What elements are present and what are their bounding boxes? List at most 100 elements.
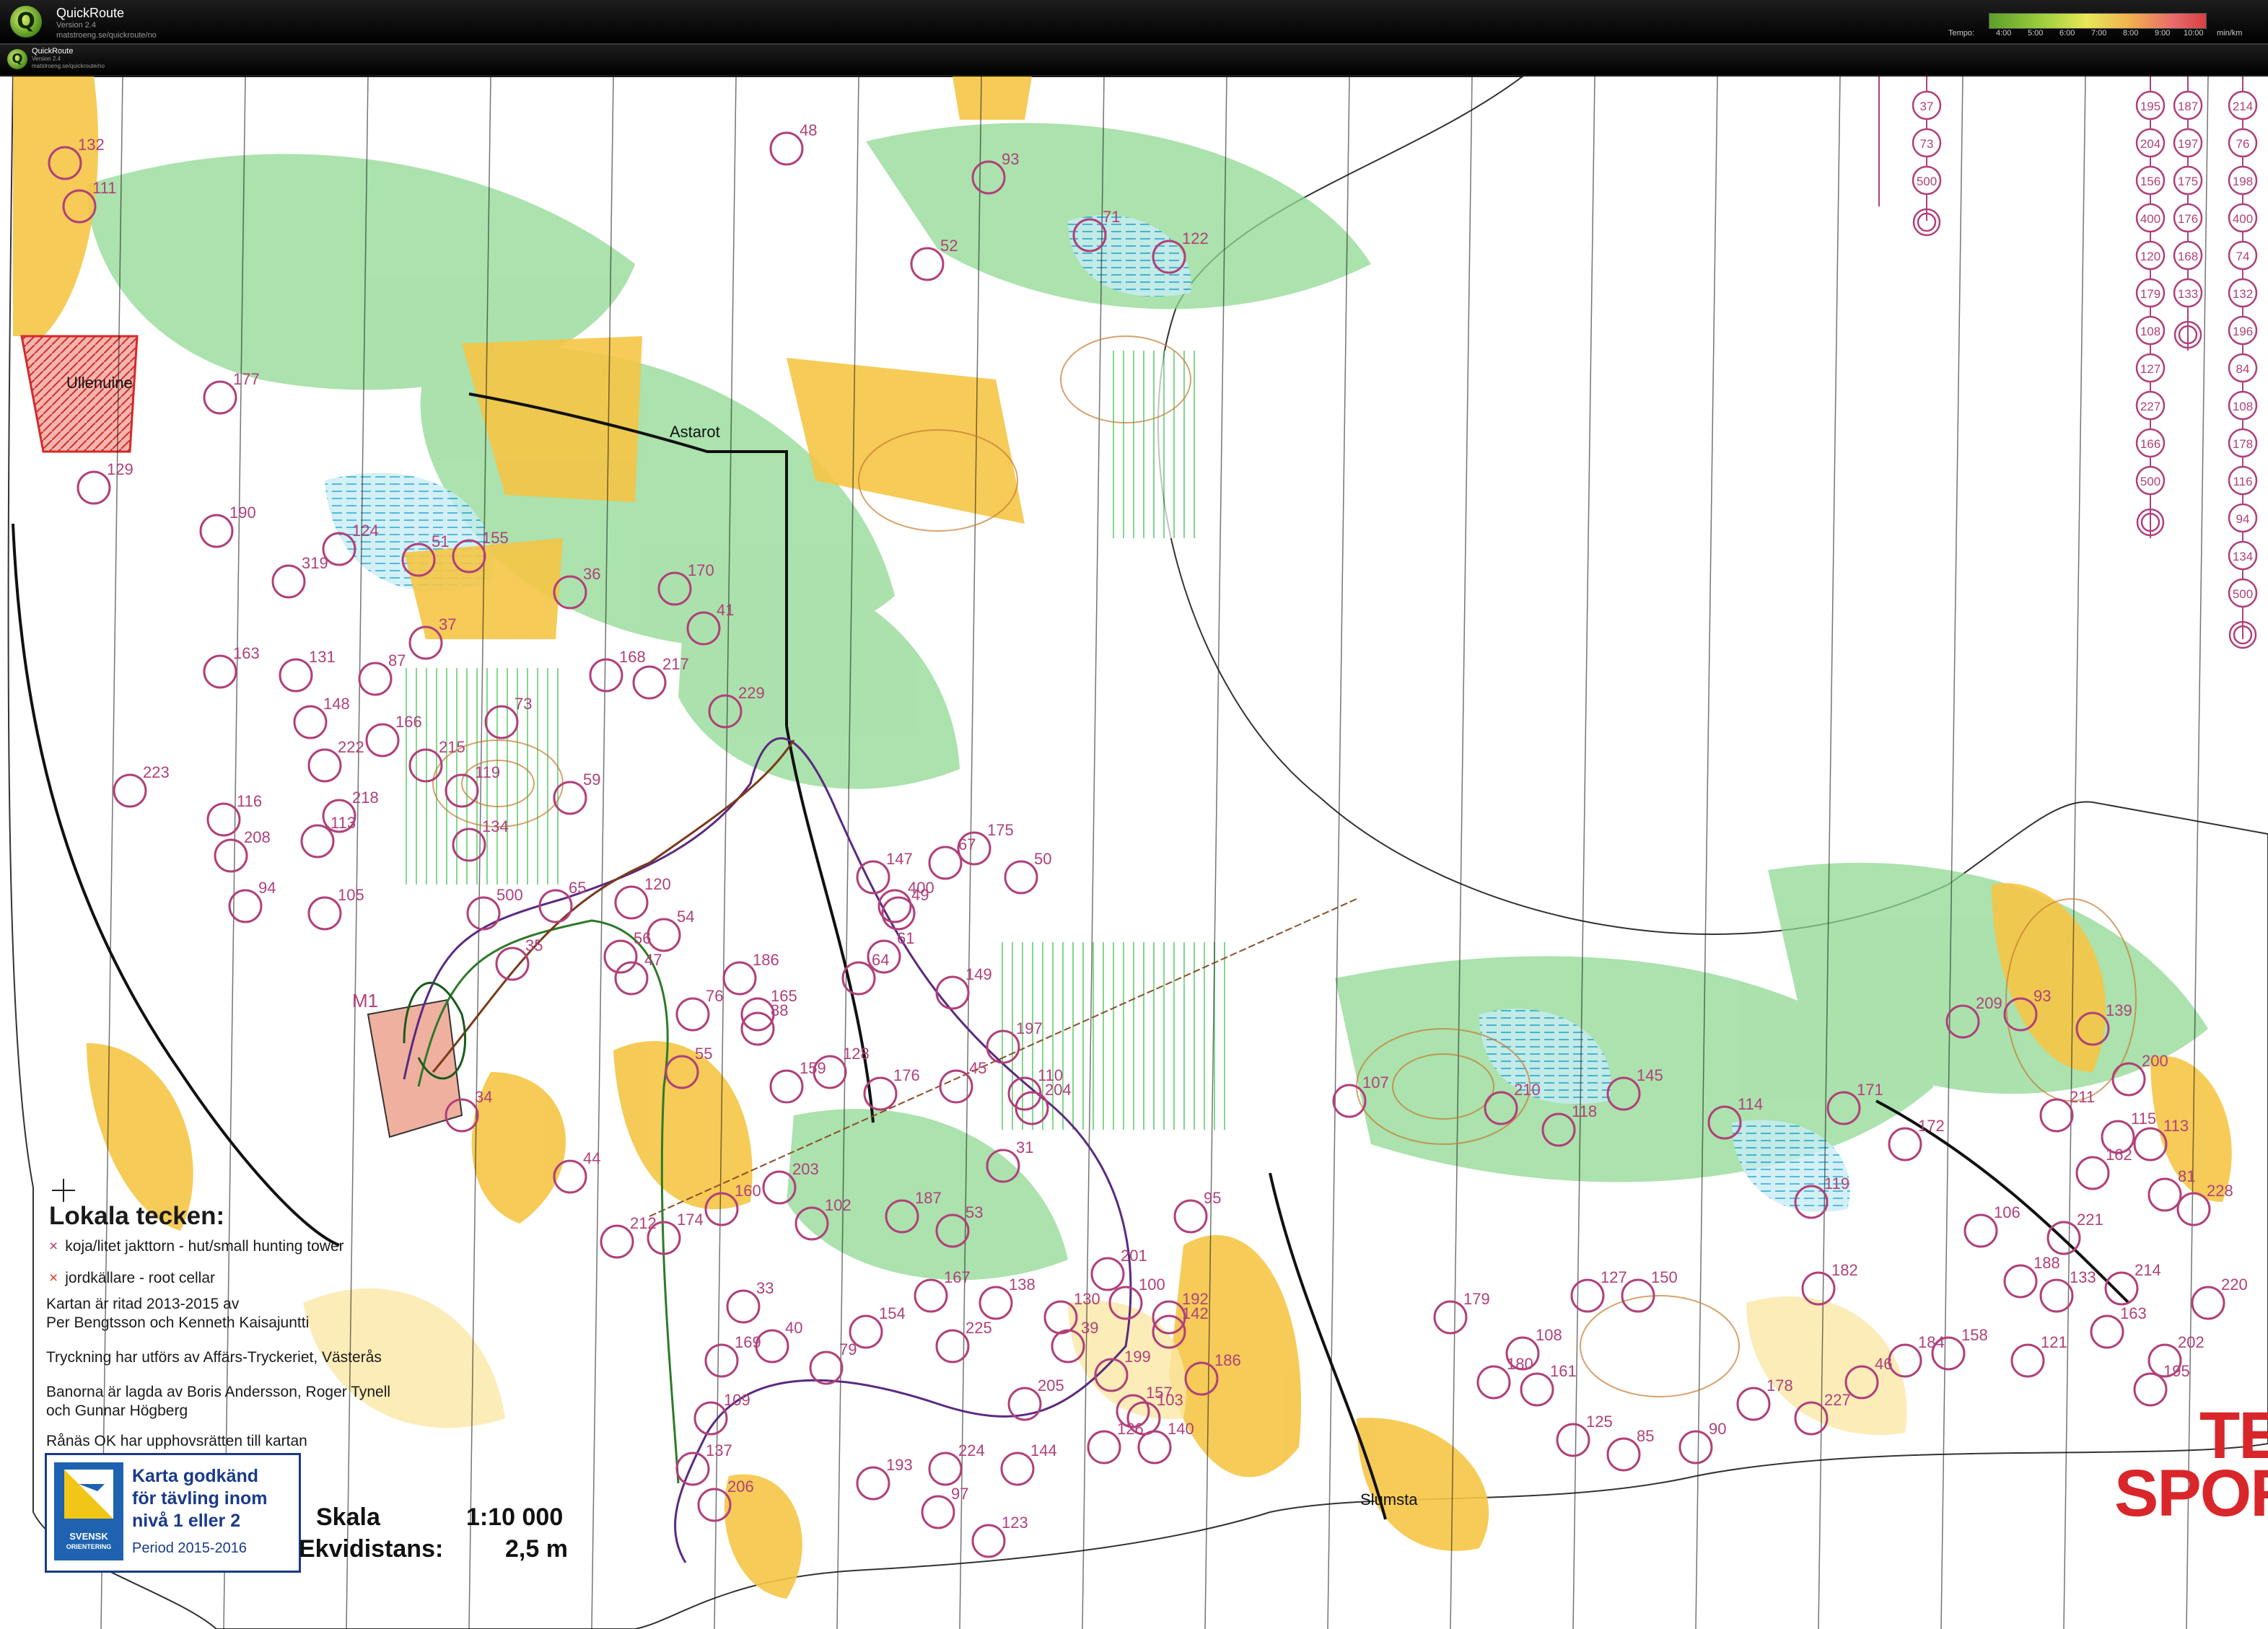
control-code-label: 125 [1586, 1413, 1613, 1431]
orienteering-map[interactable]: 132 111 177 129 190 124 51 155 319 36 170 41 163 131 3… [0, 76, 2268, 1629]
control-code-label: 215 [439, 738, 465, 756]
control-code-label: 132 [78, 136, 105, 154]
approval-badge: SVENSK ORIENTERING Karta godkänd för täv… [45, 1453, 301, 1573]
control-code-label: 103 [1157, 1391, 1183, 1409]
control-code-label: 137 [706, 1441, 732, 1459]
quickroute-title-bar: Q QuickRoute Version 2.4 matstroeng.se/q… [0, 0, 2268, 45]
control-code-label: 204 [1045, 1081, 1072, 1099]
course-column-control: 187 [2173, 90, 2203, 120]
control-code-label: 34 [475, 1088, 492, 1106]
scale-label: Skala [316, 1503, 380, 1531]
control-code-label: 93 [2033, 987, 2051, 1005]
course-column-control: 196 [2228, 315, 2258, 346]
control-code-label: 168 [619, 648, 646, 666]
control-code-label: 93 [1002, 150, 1019, 168]
feature-label-m1: M1 [352, 990, 378, 1011]
hut-marker-icon: × [49, 1238, 58, 1255]
control-code-label: 163 [2120, 1304, 2147, 1322]
control-code-label: 197 [1016, 1019, 1043, 1037]
control-code-label: 144 [1030, 1441, 1057, 1459]
control-code-label: 130 [1074, 1290, 1100, 1308]
control-code-label: 118 [1572, 1102, 1597, 1120]
control-code-label: 220 [2221, 1275, 2248, 1294]
control-code-label: 95 [1204, 1189, 1221, 1207]
control-code-label: 133 [2070, 1268, 2096, 1286]
course-column-control: 116 [2228, 465, 2258, 496]
root-cellar-marker-icon: × [49, 1270, 58, 1286]
control-code-label: 140 [1168, 1420, 1194, 1438]
course-column-code: 500 [2233, 587, 2253, 601]
course-column-control: 134 [2228, 540, 2258, 571]
course-column-control: 400 [2135, 203, 2166, 233]
course-column-control: 500 [1912, 165, 1942, 196]
control-code-label: 126 [1117, 1420, 1144, 1438]
control-code-label: 54 [677, 908, 694, 926]
course-column-code: 178 [2233, 437, 2253, 451]
control-code-label: 88 [771, 1001, 788, 1019]
app-title: QuickRoute [56, 6, 125, 20]
control-code-label: 202 [2178, 1333, 2204, 1351]
control-code-label: 208 [244, 828, 271, 846]
course-column-code: 108 [2140, 325, 2160, 338]
control-code-label: 174 [677, 1211, 704, 1229]
course-column-code: 214 [2233, 100, 2253, 113]
course-column-control: 168 [2173, 240, 2203, 271]
control-code-label: 167 [944, 1268, 971, 1286]
control-code-label: 227 [1824, 1391, 1851, 1409]
control-code-label: 31 [1016, 1138, 1033, 1156]
course-column-code: 73 [1920, 137, 1934, 151]
course-column-code: 166 [2140, 437, 2160, 451]
course-column-code: 400 [2233, 212, 2253, 226]
course-column-control: 108 [2135, 315, 2166, 346]
legend-cellar-text: jordkällare - root cellar [65, 1270, 216, 1286]
control-code-label: 115 [2131, 1110, 2156, 1128]
control-code-label: 113 [330, 814, 356, 832]
course-column-control: 197 [2173, 128, 2203, 158]
control-code-label: 108 [1536, 1326, 1562, 1344]
control-code-label: 193 [886, 1456, 913, 1474]
control-code-label: 59 [583, 770, 600, 789]
app-version: Version 2.4 [56, 21, 97, 30]
course-column-code: 116 [2233, 475, 2252, 488]
control-code-label: 73 [515, 695, 532, 713]
control-code-label: 218 [352, 789, 379, 807]
control-code-label: 166 [395, 713, 422, 731]
control-code-label: 148 [323, 695, 350, 713]
control-code-label: 97 [951, 1485, 968, 1503]
control-code-label: 105 [338, 886, 364, 904]
control-code-label: 138 [1009, 1275, 1036, 1294]
course-column-control: 108 [2228, 390, 2258, 421]
course-column-code: 197 [2178, 137, 2198, 151]
course-column-code: 120 [2140, 250, 2160, 263]
control-code-label: 87 [388, 651, 406, 669]
course-column-code: 134 [2233, 550, 2253, 563]
course-column-control: 227 [2135, 390, 2166, 421]
control-code-label: 180 [1507, 1355, 1533, 1373]
control-code-label: 121 [2041, 1333, 2067, 1351]
place-label-ullenuine: Ullenuine [66, 374, 133, 392]
credit-line: Kartan är ritad 2013-2015 av [46, 1296, 240, 1312]
app-url-small: matstroeng.se/quickroute/no [32, 63, 105, 69]
contour-interval-label: Ekvidistans: [299, 1535, 444, 1563]
control-code-label: 179 [1463, 1290, 1490, 1308]
course-column-lines [1878, 76, 2243, 639]
scale-value: 1:10 000 [466, 1503, 564, 1531]
control-code-label: 56 [634, 929, 651, 947]
sponsor-logo-line2: SPORT [2114, 1457, 2268, 1530]
tempo-tick: 10:00 [2184, 29, 2204, 38]
control-code-label: 94 [258, 879, 276, 897]
app-version-small: Version 2.4 [32, 56, 61, 62]
control-code-label: 79 [839, 1340, 857, 1358]
tempo-tick: 8:00 [2123, 29, 2139, 38]
course-column-code: 175 [2178, 175, 2198, 188]
course-column-control: 156 [2135, 165, 2166, 196]
course-columns: 37 73 500 195 204 156 400 120 179 108 127 227 166 500… [1912, 90, 2258, 649]
course-column-control: 198 [2228, 165, 2258, 196]
credit-line: Banorna är lagda av Boris Andersson, Rog… [46, 1384, 391, 1400]
control-code-label: 76 [706, 987, 723, 1005]
control-code-label: 160 [735, 1182, 761, 1200]
control-code-label: 64 [872, 951, 889, 969]
course-column-control: 500 [2135, 465, 2166, 496]
credit-line: och Gunnar Högberg [46, 1402, 188, 1419]
course-column-control: 37 [1912, 90, 1942, 120]
